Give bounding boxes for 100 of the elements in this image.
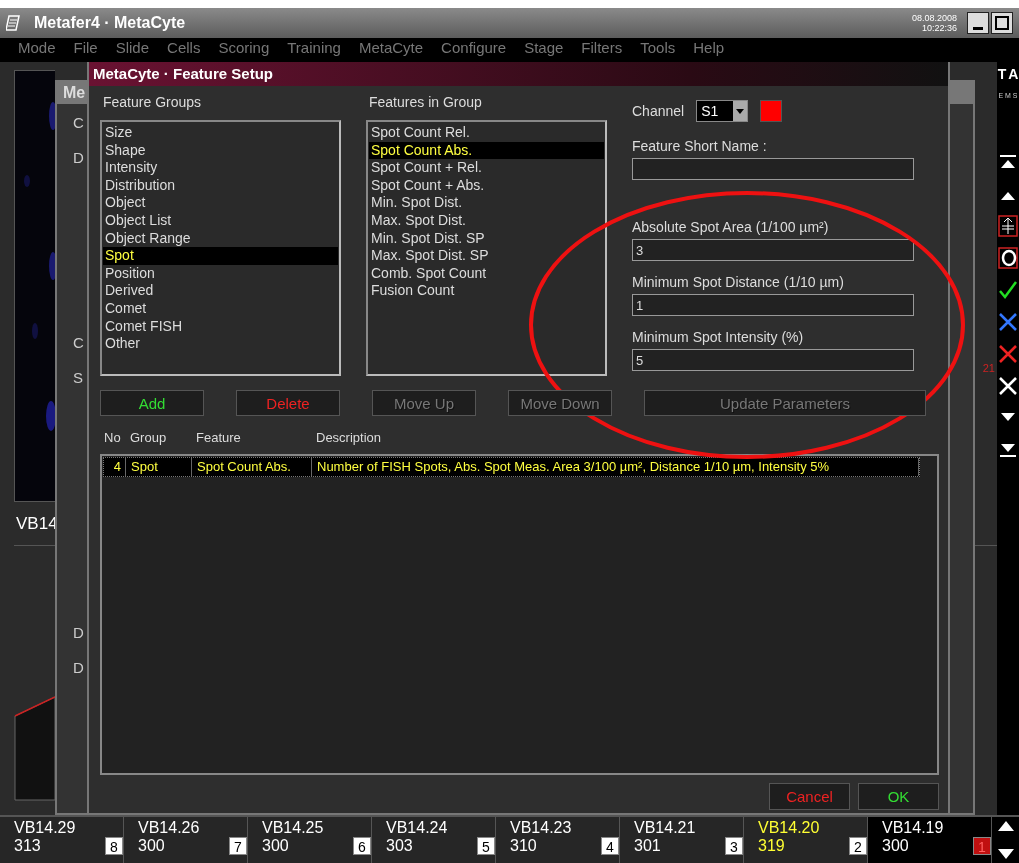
add-button[interactable]: Add bbox=[100, 390, 204, 416]
field-label: Feature Short Name : bbox=[632, 138, 768, 154]
list-item[interactable]: Position bbox=[103, 264, 338, 283]
form-label: D bbox=[73, 659, 84, 676]
slide-number: 1 bbox=[973, 837, 991, 855]
ruler-letter: A bbox=[1008, 66, 1019, 82]
slide-tile[interactable]: VB14.25 300 6 bbox=[248, 817, 372, 863]
menu-item[interactable]: Filters bbox=[581, 38, 623, 58]
column-header: Description bbox=[316, 430, 383, 447]
list-item[interactable]: Spot bbox=[103, 247, 338, 265]
list-item[interactable]: Distribution bbox=[103, 176, 338, 195]
slide-count: 319 bbox=[758, 837, 785, 855]
menu-item[interactable]: Configure bbox=[441, 38, 507, 58]
list-item[interactable]: Object Range bbox=[103, 229, 338, 248]
menu-item[interactable]: Scoring bbox=[218, 38, 270, 58]
slide-number: 3 bbox=[725, 837, 743, 855]
list-item[interactable]: Spot Count + Rel. bbox=[369, 159, 604, 177]
slide-count: 310 bbox=[510, 837, 537, 855]
caret-icon bbox=[736, 108, 745, 114]
channel-color-swatch[interactable] bbox=[760, 100, 783, 122]
list-item[interactable]: Max. Spot Dist. SP bbox=[369, 247, 604, 265]
cross-icon[interactable] bbox=[998, 343, 1018, 365]
menu-item[interactable]: MetaCyte bbox=[358, 38, 424, 58]
minimize-icon bbox=[973, 27, 983, 30]
menu-item[interactable]: Help bbox=[693, 38, 725, 58]
date-text: 08.08.2008 bbox=[911, 13, 957, 23]
list-item[interactable]: Spot Count Rel. bbox=[369, 124, 604, 142]
form-label: S bbox=[73, 369, 83, 386]
field-label: Minimum Spot Distance (1/10 µm) bbox=[632, 274, 845, 290]
field-label: Absolute Spot Area (1/100 µm²) bbox=[632, 219, 830, 235]
menu-item[interactable]: Cells bbox=[167, 38, 201, 58]
ok-button[interactable]: OK bbox=[858, 783, 939, 810]
cancel-button[interactable]: Cancel bbox=[769, 783, 850, 810]
slide-count: 300 bbox=[882, 837, 909, 855]
slide-name: VB14.21 bbox=[634, 819, 697, 837]
slide-tile[interactable]: VB14.24 303 5 bbox=[372, 817, 496, 863]
menu-item[interactable]: File bbox=[73, 38, 98, 58]
circle-icon[interactable] bbox=[998, 247, 1018, 269]
column-header: Group bbox=[130, 430, 168, 447]
list-item[interactable]: Derived bbox=[103, 282, 338, 300]
input-field[interactable] bbox=[632, 158, 914, 180]
slide-name: VB14.23 bbox=[510, 819, 573, 837]
list-item[interactable]: Comet FISH bbox=[103, 317, 338, 336]
menu-item[interactable]: Mode bbox=[18, 38, 56, 58]
channel-select[interactable]: S1 bbox=[696, 100, 749, 122]
slide-count: 300 bbox=[138, 837, 165, 855]
minimize-button[interactable] bbox=[967, 12, 989, 34]
list-item[interactable]: Spot Count Abs. bbox=[369, 141, 604, 160]
table-cell: Spot bbox=[126, 458, 192, 476]
column-header: No bbox=[104, 430, 122, 447]
list-item[interactable]: Intensity bbox=[103, 159, 338, 177]
check-icon[interactable] bbox=[998, 279, 1018, 301]
menu-item[interactable]: Slide bbox=[115, 38, 150, 58]
slide-tile[interactable]: VB14.21 301 3 bbox=[620, 817, 744, 863]
maximize-button[interactable] bbox=[991, 12, 1013, 34]
list-item[interactable]: Comet bbox=[103, 299, 338, 318]
list-item[interactable]: Comb. Spot Count bbox=[369, 264, 604, 283]
menu-item[interactable]: Tools bbox=[640, 38, 676, 58]
list-item[interactable]: Object bbox=[103, 194, 338, 212]
channel-label: Channel bbox=[632, 103, 685, 119]
form-label: C bbox=[73, 114, 84, 131]
slide-number: 2 bbox=[849, 837, 867, 855]
slide-number: 5 bbox=[477, 837, 495, 855]
input-field[interactable]: 5 bbox=[632, 349, 914, 371]
slide-name: VB14.29 bbox=[14, 819, 77, 837]
time-text: 10:22:36 bbox=[921, 23, 957, 33]
list-item[interactable]: Other bbox=[103, 335, 338, 353]
list-item[interactable]: Shape bbox=[103, 141, 338, 160]
menu-item[interactable]: Stage bbox=[524, 38, 564, 58]
fit-icon[interactable] bbox=[998, 215, 1018, 237]
count-label: 21 bbox=[982, 362, 995, 374]
list-item[interactable]: Spot Count + Abs. bbox=[369, 176, 604, 195]
table-cell: Number of FISH Spots, Abs. Spot Meas. Area 3/100 µm², Distance 1/10 µm, Intensity 5% bbox=[312, 458, 919, 476]
dialog-title: MetaCyte · Feature Setup bbox=[89, 62, 948, 86]
cross-icon[interactable] bbox=[998, 311, 1018, 333]
form-label: D bbox=[73, 149, 84, 166]
slide-name: VB14.24 bbox=[386, 819, 449, 837]
slide-tile[interactable]: VB14.26 300 7 bbox=[124, 817, 248, 863]
close-icon[interactable] bbox=[998, 375, 1018, 397]
slide-count: 300 bbox=[262, 837, 289, 855]
slide-number: 4 bbox=[601, 837, 619, 855]
list-item[interactable]: Min. Spot Dist. SP bbox=[369, 229, 604, 248]
slide-name: VB14.26 bbox=[138, 819, 201, 837]
delete-button[interactable]: Delete bbox=[236, 390, 340, 416]
list-item[interactable]: Size bbox=[103, 124, 338, 142]
slide-tile[interactable]: VB14.29 313 8 bbox=[0, 817, 124, 863]
list-heading: Feature Groups bbox=[102, 94, 203, 112]
slide-tile[interactable]: VB14.23 310 4 bbox=[496, 817, 620, 863]
slide-name: VB14.25 bbox=[262, 819, 325, 837]
list-item[interactable]: Object List bbox=[103, 211, 338, 230]
input-field[interactable]: 1 bbox=[632, 294, 914, 316]
list-item[interactable]: Fusion Count bbox=[369, 282, 604, 300]
field-label: Minimum Spot Intensity (%) bbox=[632, 329, 805, 345]
slide-count: 301 bbox=[634, 837, 661, 855]
menu-item[interactable]: Training bbox=[287, 38, 341, 58]
slide-number: 7 bbox=[229, 837, 247, 855]
list-item[interactable]: Max. Spot Dist. bbox=[369, 211, 604, 230]
slide-tile[interactable]: VB14.20 319 2 bbox=[744, 817, 868, 863]
list-item[interactable]: Min. Spot Dist. bbox=[369, 194, 604, 212]
input-field[interactable]: 3 bbox=[632, 239, 914, 261]
